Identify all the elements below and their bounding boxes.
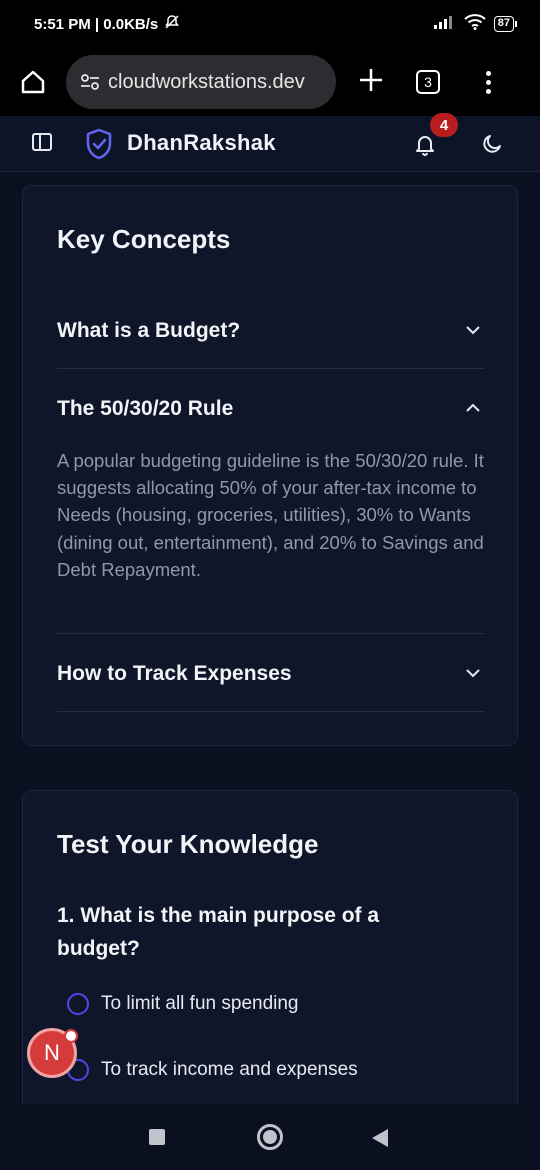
bell-icon[interactable]: [413, 132, 437, 156]
signal-icon: [433, 15, 456, 33]
radio-button[interactable]: [67, 993, 89, 1015]
shield-check-icon: [86, 128, 112, 160]
app-name: DhanRakshak: [127, 130, 276, 155]
accordion-item-track-expenses[interactable]: How to Track Expenses: [57, 634, 485, 712]
wifi-icon: [464, 14, 486, 34]
option-label: To limit all fun spending: [101, 993, 299, 1014]
quiz-card: Test Your Knowledge 1. What is the main …: [22, 790, 518, 1120]
accordion-item-50-30-20[interactable]: The 50/30/20 Rule A popular budgeting gu…: [57, 369, 485, 634]
quiz-option[interactable]: To limit all fun spending: [67, 993, 299, 1015]
browser-toolbar: cloudworkstations.dev 3: [0, 48, 540, 116]
more-dot: [486, 79, 491, 85]
status-time-speed: 5:51 PM | 0.0KB/s: [34, 15, 159, 33]
site-settings-icon[interactable]: [80, 73, 100, 91]
system-nav-bar: [0, 1104, 540, 1170]
url-text: cloudworkstations.dev: [108, 70, 305, 93]
plus-icon: [360, 68, 382, 91]
accordion-question: How to Track Expenses: [57, 662, 292, 685]
home-nav-button[interactable]: [257, 1124, 283, 1150]
quiz-question: 1. What is the main purpose of a budget?: [57, 904, 380, 960]
key-concepts-title: Key Concepts: [57, 224, 231, 254]
more-menu-button[interactable]: [486, 70, 491, 94]
sidebar-toggle-button[interactable]: [32, 133, 52, 151]
more-dot: [486, 70, 491, 76]
new-tab-button[interactable]: [336, 63, 406, 102]
home-icon: [21, 70, 45, 94]
battery-icon: 87: [493, 16, 518, 32]
chevron-down-icon: [466, 669, 480, 678]
quiz-title: Test Your Knowledge: [57, 829, 319, 859]
key-concepts-card: Key Concepts What is a Budget? The 50/30…: [22, 185, 518, 746]
accordion-answer: A popular budgeting guideline is the 50/…: [57, 450, 484, 580]
notification-badge: 4: [430, 113, 458, 137]
chevron-down-icon: [466, 326, 480, 335]
recents-button[interactable]: [149, 1129, 165, 1145]
home-button[interactable]: [0, 68, 66, 96]
tab-switcher-button[interactable]: 3: [416, 70, 440, 94]
option-label: To track income and expenses: [101, 1059, 358, 1080]
status-bar: 5:51 PM | 0.0KB/s 87: [0, 0, 540, 48]
accordion-item-what-is-budget[interactable]: What is a Budget?: [57, 291, 485, 369]
accordion-question: The 50/30/20 Rule: [57, 397, 234, 420]
status-dot: [64, 1029, 78, 1043]
mute-icon: [164, 14, 180, 34]
theme-toggle-moon-icon[interactable]: [480, 132, 504, 156]
more-dot: [486, 88, 491, 94]
quiz-option[interactable]: To track income and expenses: [67, 1059, 358, 1081]
accordion-question: What is a Budget?: [57, 319, 241, 342]
address-bar[interactable]: cloudworkstations.dev: [66, 55, 336, 109]
app-header: DhanRakshak: [0, 116, 540, 172]
back-button[interactable]: [372, 1129, 388, 1147]
chevron-up-icon: [466, 403, 480, 412]
